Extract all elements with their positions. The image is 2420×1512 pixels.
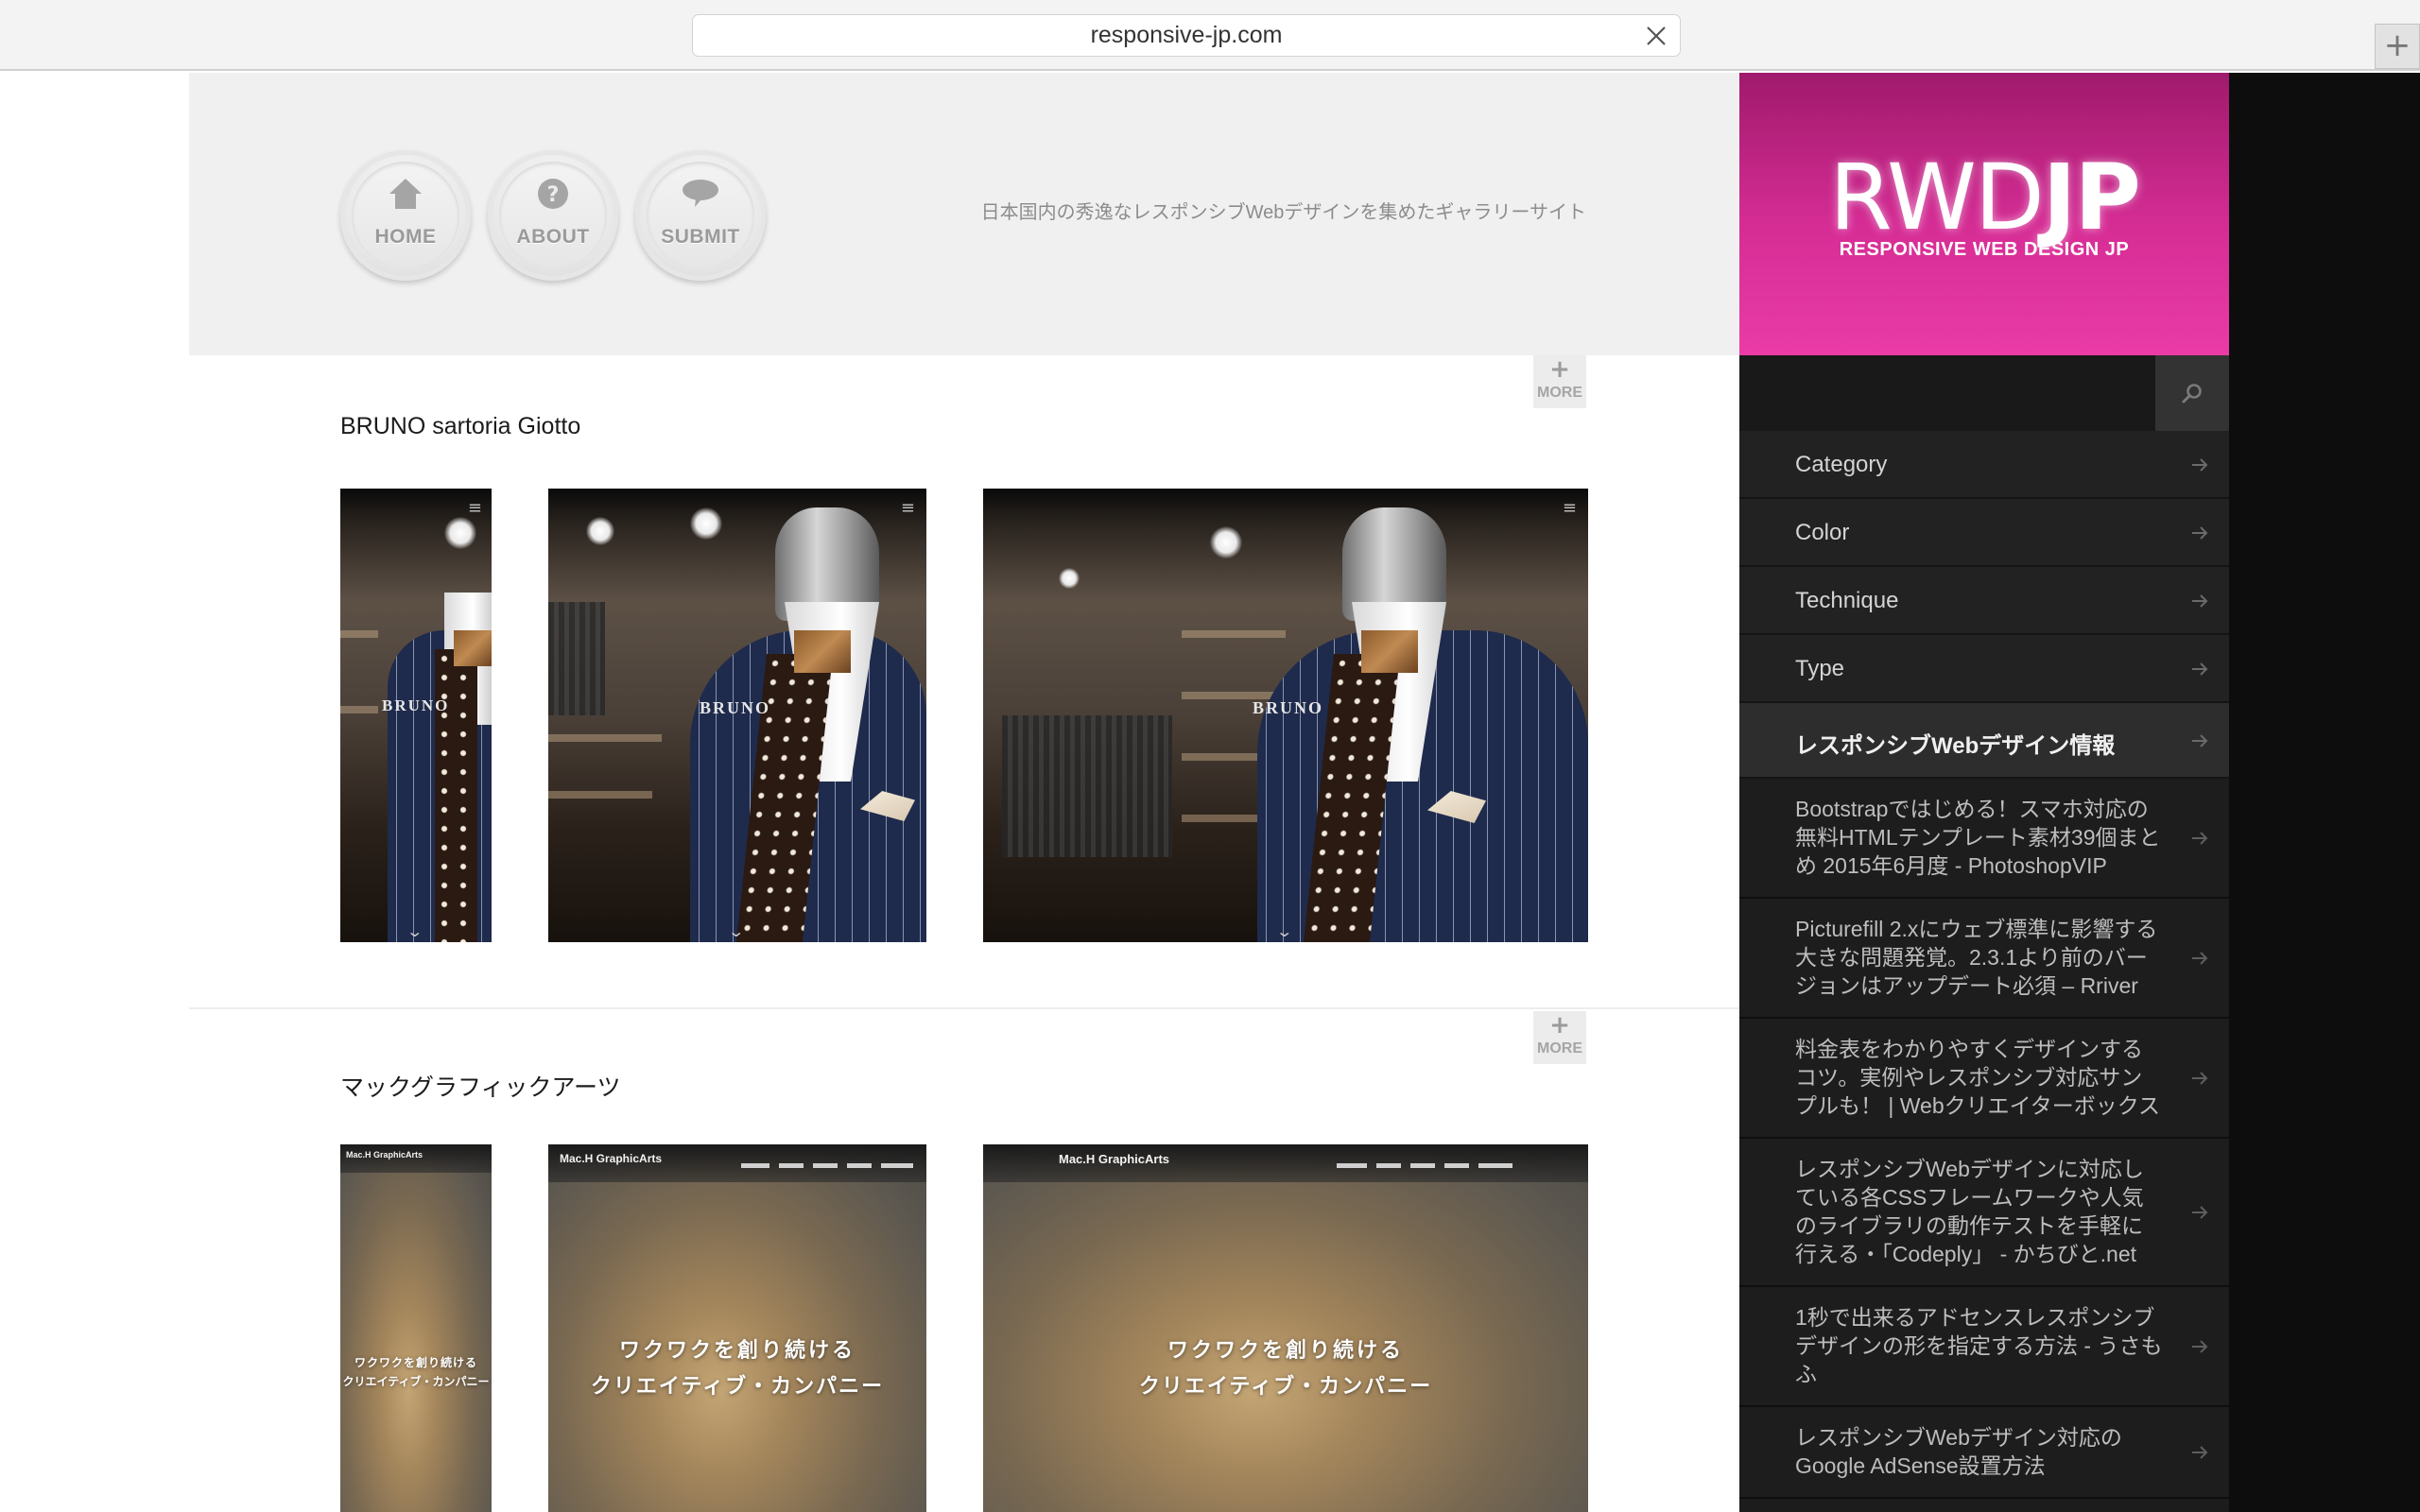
logo-wordmark: RWDJP [1829,145,2141,250]
hamburger-icon: ≡ [900,498,915,518]
sidebar-item-label: Type [1795,656,1845,681]
arrow-right-icon [2192,951,2208,965]
news-item-title: レスポンシブWebデザインに対応している各CSSフレームワークや人気のライブラリ… [1795,1157,2144,1266]
arrow-right-icon [2192,734,2208,747]
more-label: MORE [1537,385,1582,401]
news-item[interactable]: レスポンシブWebデザインに対応している各CSSフレームワークや人気のライブラリ… [1739,1139,2229,1287]
screenshot-headline: ワクワクを創り続ける [618,1339,856,1363]
page-margin-right [2229,73,2420,1512]
chevron-down-icon: ⌄ [406,922,424,940]
news-item-title: Picturefill 2.xにウェブ標準に影響する大きな問題発覚。2.3.1よ… [1795,917,2158,998]
news-item[interactable]: Picturefill 2.xにウェブ標準に影響する大きな問題発覚。2.3.1よ… [1739,899,2229,1019]
speech-bubble-icon [683,180,718,207]
screenshot-logo: Mac.H GraphicArts [346,1150,424,1160]
screenshot-headline: クリエイティブ・カンパニー [590,1375,885,1399]
mobile-screenshot[interactable]: BRUNO ≡ ⌄ [340,489,492,942]
arrow-right-icon [2192,1339,2208,1353]
submit-button[interactable]: SUBMIT [635,150,766,281]
news-item[interactable]: 1秒で出来るアドセンスレスポンシブデザインの形を指定する方法 - うさもふ [1739,1287,2229,1407]
screenshot-headline: クリエイティブ・カンパニー [342,1375,490,1388]
arrow-right-icon [2192,662,2208,676]
logo-subtitle: RESPONSIVE WEB DESIGN JP [1839,239,2130,260]
more-button[interactable]: + MORE [1533,1011,1586,1064]
site-tagline: 日本国内の秀逸なレスポンシブWebデザインを集めたギャラリーサイト [980,202,1586,223]
site-logo[interactable]: RWDJP RESPONSIVE WEB DESIGN JP [1739,73,2229,355]
more-label: MORE [1537,1040,1582,1057]
arrow-right-icon [2192,458,2208,472]
close-icon[interactable] [1644,24,1668,48]
screenshot-brand: BRUNO [700,698,771,717]
chevron-down-icon: ⌄ [727,922,746,940]
home-button[interactable]: HOME [340,150,471,281]
plus-icon: + [1549,355,1570,384]
sidebar-item-type[interactable]: Type [1739,635,2229,703]
address-bar[interactable]: responsive-jp.com [692,14,1681,57]
sidebar-item-label: Category [1795,452,1888,477]
screenshot-logo: Mac.H GraphicArts [560,1152,663,1165]
tablet-screenshot[interactable]: BRUNO ≡ ⌄ [548,489,926,942]
news-item[interactable]: 料金表をわかりやすくデザインするコツ。実例やレスポンシブ対応サンプルも！ | W… [1739,1019,2229,1139]
entry-title[interactable]: BRUNO sartoria Giotto [340,413,580,440]
hamburger-icon: ≡ [467,498,482,518]
screenshot-brand: BRUNO [1253,698,1324,717]
about-button[interactable]: ? ABOUT [488,150,618,281]
arrow-right-icon [2192,831,2208,845]
arrow-right-icon [2192,1205,2208,1219]
news-item-title: レスポンシブWebデザイン対応のGoogle AdSense設置方法 [1795,1425,2122,1478]
gallery-entry-bruno: + MORE BRUNO sartoria Giotto BRUNO ≡ ⌄ B… [189,355,1739,1009]
new-tab-button[interactable]: + [2375,24,2420,69]
news-heading: レスポンシブWebデザイン情報 [1795,733,2116,759]
sidebar-item-news[interactable]: レスポンシブWebデザイン情報 [1739,703,2229,779]
search-input[interactable] [1739,355,2153,431]
arrow-right-icon [2192,1071,2208,1085]
screenshot-logo: Mac.H GraphicArts [1059,1152,1170,1166]
main-content: HOME ? ABOUT SUBMIT 日本国内の秀逸なレスポンシブWebデザイ… [189,73,1739,1512]
search-icon [2182,384,2202,404]
tablet-screenshot[interactable]: Mac.H GraphicArts ワクワクを創り続ける クリエイティブ・カンパ… [548,1144,926,1512]
sidebar-item-label: Color [1795,520,1850,545]
news-item[interactable]: Bootstrapではじめる！スマホ対応の無料HTMLテンプレート素材39個まと… [1739,779,2229,899]
desktop-screenshot[interactable]: Mac.H GraphicArts ワクワクを創り続ける クリエイティブ・カンパ… [983,1144,1588,1512]
site-header: HOME ? ABOUT SUBMIT 日本国内の秀逸なレスポンシブWebデザイ… [189,73,1739,355]
sidebar: RWDJP RESPONSIVE WEB DESIGN JP Category … [1739,73,2229,1512]
svg-text:?: ? [547,183,560,207]
arrow-right-icon [2192,1445,2208,1459]
sidebar-item-color[interactable]: Color [1739,499,2229,567]
search-button[interactable] [2155,355,2229,431]
submit-label: SUBMIT [661,226,740,248]
news-item-title: Bootstrapではじめる！スマホ対応の無料HTMLテンプレート素材39個まと… [1795,797,2161,878]
hamburger-icon: ≡ [1562,498,1577,518]
question-icon: ? [538,179,568,209]
gallery-entry-mach: + MORE マックグラフィックアーツ Mac.H GraphicArts ワク… [189,1011,1739,1512]
sidebar-item-category[interactable]: Category [1739,431,2229,499]
mobile-screenshot[interactable]: Mac.H GraphicArts ワクワクを創り続ける クリエイティブ・カンパ… [340,1144,492,1512]
news-item[interactable]: レスポンシブWebデザイン対応のGoogle AdSense設置方法 [1739,1407,2229,1499]
home-label: HOME [374,226,437,248]
plus-icon: + [1549,1011,1570,1040]
desktop-screenshot[interactable]: BRUNO ≡ ⌄ [983,489,1588,942]
screenshot-headline: ワクワクを創り続ける [1167,1339,1404,1363]
chevron-down-icon: ⌄ [1275,922,1294,940]
page-margin-left [0,73,189,1512]
arrow-right-icon [2192,594,2208,608]
home-icon [389,179,422,209]
address-url: responsive-jp.com [1090,22,1283,48]
screenshot-headline: クリエイティブ・カンパニー [1138,1375,1433,1399]
more-button[interactable]: + MORE [1533,355,1586,408]
arrow-right-icon [2192,526,2208,540]
news-item-title: 料金表をわかりやすくデザインするコツ。実例やレスポンシブ対応サンプルも！ | W… [1795,1037,2161,1118]
entry-title[interactable]: マックグラフィックアーツ [340,1069,621,1103]
browser-toolbar: responsive-jp.com + [0,0,2420,71]
screenshot-brand: BRUNO [382,696,450,714]
search-box [1739,355,2229,431]
sidebar-menu: Category Color Technique Type レスポンシブWebデ… [1739,431,2229,1499]
sidebar-item-label: Technique [1795,588,1899,613]
screenshot-headline: ワクワクを創り続ける [354,1356,477,1369]
sidebar-item-technique[interactable]: Technique [1739,567,2229,635]
news-item-title: 1秒で出来るアドセンスレスポンシブデザインの形を指定する方法 - うさもふ [1795,1305,2163,1386]
about-label: ABOUT [516,226,590,248]
